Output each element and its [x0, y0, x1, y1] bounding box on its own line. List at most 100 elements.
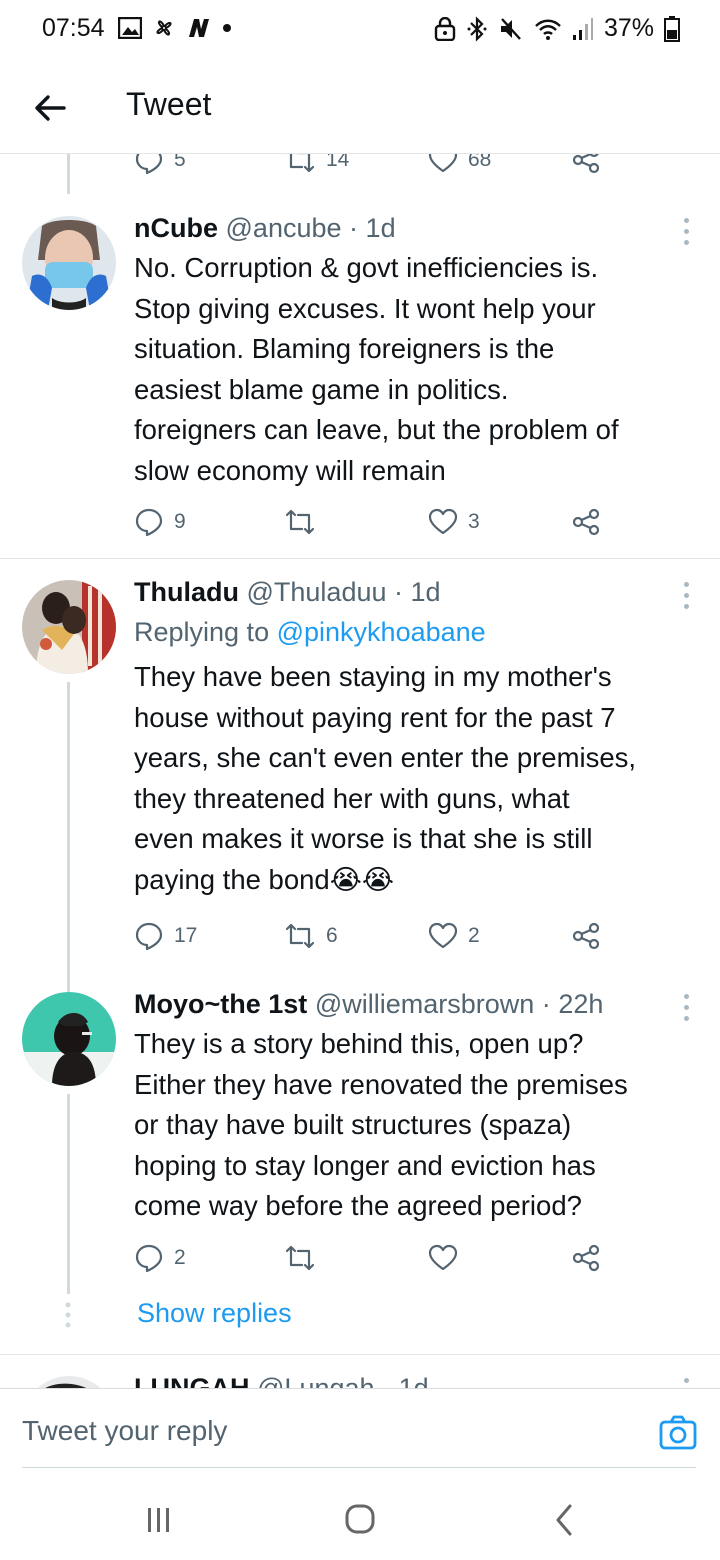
tweet-text-line: years, she can't even enter the premises… — [134, 742, 637, 774]
retweet-icon — [286, 154, 315, 173]
like-action[interactable]: 68 — [428, 154, 491, 180]
retweet-action[interactable]: 6 — [284, 916, 338, 956]
tweet-text-line: paying the bond😭😭 — [134, 863, 394, 895]
recent-apps-button[interactable] — [138, 1502, 178, 1538]
like-action[interactable] — [428, 1238, 468, 1278]
author-name[interactable]: Thuladu — [134, 577, 239, 607]
tweet-text-line: house without paying rent for the past 7 — [134, 701, 616, 733]
dot-icon — [223, 24, 231, 32]
tweet-header: Moyo~the 1st @williemarsbrown · 22h — [134, 986, 696, 1022]
more-options-button[interactable] — [682, 1378, 690, 1388]
heart-icon — [428, 922, 458, 949]
tweet-time: 22h — [558, 989, 604, 1019]
tweet-text-line: situation. Blaming foreigners is the — [134, 333, 555, 365]
more-options-button[interactable] — [682, 218, 690, 248]
mention-link[interactable]: @pinkykhoabane — [277, 617, 486, 647]
pinwheel-icon — [156, 20, 172, 36]
image-icon — [118, 17, 142, 39]
heart-icon — [428, 154, 458, 173]
tweet-header: nCube @ancube · 1d — [134, 210, 696, 246]
tweet-text-line: they threatened her with guns, what — [134, 782, 570, 814]
more-options-button[interactable] — [682, 994, 690, 1024]
separator-dot: · — [541, 989, 551, 1019]
tweet-text-line: easiest blame game in politics. — [134, 373, 509, 405]
reply-action[interactable]: 17 — [134, 916, 197, 956]
author-name[interactable]: LUNGAH — [134, 1373, 250, 1388]
avatar[interactable] — [22, 580, 116, 674]
retweet-icon — [285, 923, 315, 949]
reply-action[interactable]: 9 — [134, 502, 186, 542]
status-system-icons: 37% — [434, 14, 680, 43]
retweet-action[interactable] — [284, 1238, 326, 1278]
separator-dot: · — [349, 213, 359, 243]
share-action[interactable] — [572, 1238, 600, 1278]
author-name[interactable]: Moyo~the 1st — [134, 989, 307, 1019]
like-action[interactable]: 3 — [428, 502, 480, 542]
avatar-image — [22, 992, 116, 1086]
avatar-image — [22, 216, 116, 310]
home-button[interactable] — [340, 1502, 380, 1538]
share-action[interactable] — [572, 154, 600, 180]
reply-feed[interactable]: 5 14 68 nCube @ancube · 1d No. Corruptio… — [0, 154, 720, 1388]
reply-input-underline — [22, 1467, 696, 1468]
tweet-item-partial[interactable]: LUNGAH @Lungah · 1d — [0, 1370, 720, 1388]
author-name[interactable]: nCube — [134, 213, 218, 243]
tweet-item[interactable]: nCube @ancube · 1d No. Corruption & govt… — [0, 210, 720, 558]
comment-icon — [135, 154, 163, 175]
signal-icon — [572, 17, 593, 40]
tweet-text: No. Corruption & govt inefficiencies is.… — [134, 248, 696, 492]
back-icon — [556, 1504, 572, 1536]
retweet-action[interactable] — [284, 502, 326, 542]
avatar-image — [22, 1376, 116, 1388]
back-nav-button[interactable] — [544, 1502, 584, 1538]
back-button[interactable] — [28, 86, 72, 130]
lock-icon — [434, 16, 456, 41]
comment-icon — [135, 508, 163, 537]
share-action[interactable] — [572, 916, 600, 956]
avatar[interactable] — [22, 216, 116, 310]
tweet-content: nCube @ancube · 1d No. Corruption & govt… — [134, 210, 696, 492]
replying-to-prefix: Replying to — [134, 617, 270, 647]
reply-count: 9 — [174, 510, 186, 533]
reply-action[interactable]: 5 — [134, 154, 186, 180]
avatar-image — [22, 580, 116, 674]
comment-icon — [135, 1244, 163, 1273]
share-icon — [572, 508, 600, 536]
tweet-time: 1d — [365, 213, 396, 243]
dotted-thread-icon — [65, 1302, 71, 1328]
tweet-text-line: Stop giving excuses. It wont help your — [134, 292, 596, 324]
divider — [0, 558, 720, 559]
previous-tweet-actions: 5 14 68 — [0, 154, 720, 180]
author-handle: @Lungah — [257, 1373, 375, 1388]
reply-input[interactable]: Tweet your reply — [22, 1415, 227, 1447]
status-bar: 07:54 37% — [0, 0, 720, 62]
retweet-action[interactable]: 14 — [284, 154, 349, 180]
share-action[interactable] — [572, 502, 600, 542]
tweet-header: LUNGAH @Lungah · 1d — [134, 1370, 696, 1388]
tweet-item[interactable]: Thuladu @Thuladuu · 1d Replying to @pink… — [0, 574, 720, 970]
reply-bar: Tweet your reply — [0, 1388, 720, 1480]
avatar[interactable] — [22, 1376, 116, 1388]
tweet-text-line: No. Corruption & govt inefficiencies is. — [134, 252, 599, 283]
more-options-button[interactable] — [682, 582, 690, 612]
tweet-actions: 9 3 — [134, 502, 614, 542]
reply-count: 17 — [174, 924, 198, 947]
status-notification-icons — [118, 16, 232, 40]
tweet-header: Thuladu @Thuladuu · 1d — [134, 574, 696, 610]
reply-action[interactable]: 2 — [134, 1238, 186, 1278]
bluetooth-icon — [467, 15, 487, 42]
avatar[interactable] — [22, 992, 116, 1086]
tweet-content: LUNGAH @Lungah · 1d — [134, 1370, 696, 1388]
tweet-time: 1d — [410, 577, 441, 607]
tweet-text: They is a story behind this, open up? Ei… — [134, 1024, 696, 1227]
like-action[interactable]: 2 — [428, 916, 480, 956]
n-icon — [189, 19, 209, 37]
share-icon — [572, 922, 600, 950]
camera-button[interactable] — [658, 1413, 698, 1453]
tweet-item[interactable]: Moyo~the 1st @williemarsbrown · 22h They… — [0, 986, 720, 1296]
tweet-text-line: or thay have built structures (spaza) — [134, 1109, 572, 1141]
show-replies-link[interactable]: Show replies — [137, 1298, 292, 1329]
heart-icon — [428, 508, 458, 535]
tweet-text-line: even makes it worse is that she is still — [134, 823, 593, 855]
retweet-icon — [285, 1245, 315, 1271]
